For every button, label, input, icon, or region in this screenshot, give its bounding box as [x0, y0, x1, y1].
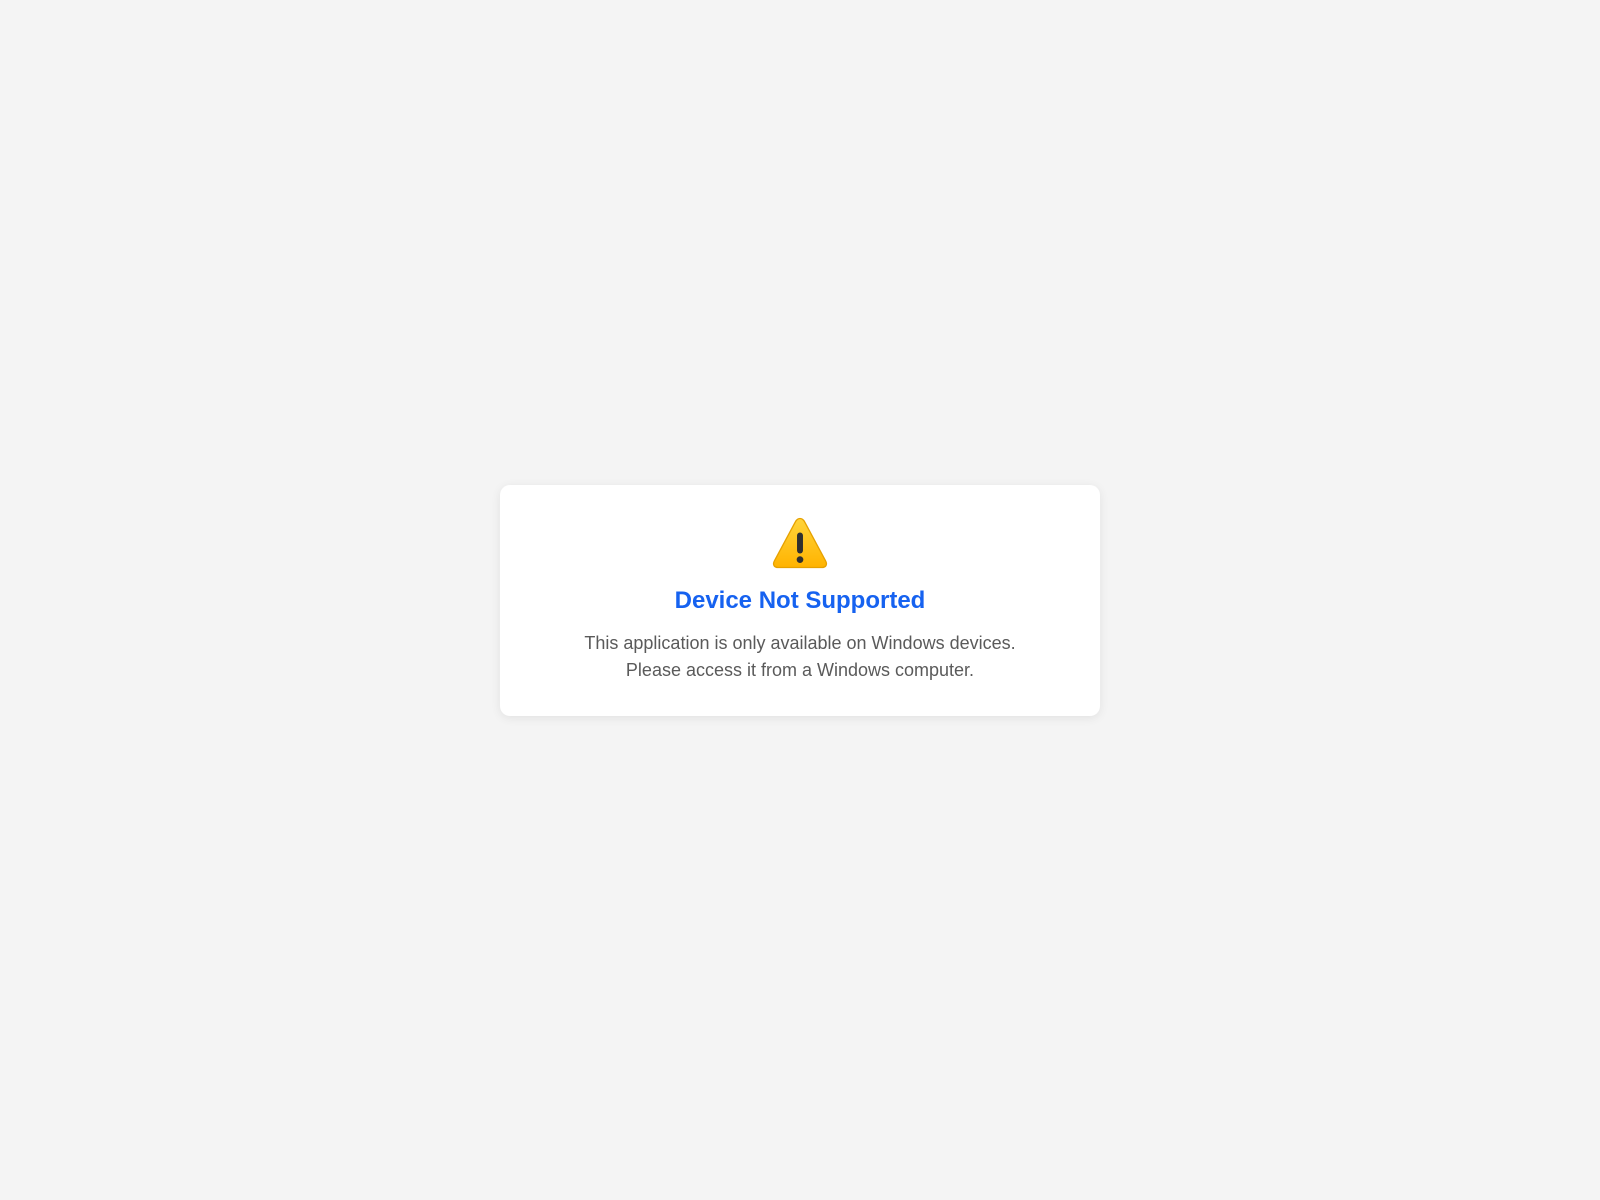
dialog-message: This application is only available on Wi…	[540, 630, 1060, 684]
page: Device Not Supported This application is…	[0, 0, 1600, 1200]
message-line-2: Please access it from a Windows computer…	[625, 659, 975, 680]
dialog-title: Device Not Supported	[674, 587, 926, 615]
message-line-1: This application is only available on Wi…	[584, 632, 1016, 653]
unsupported-device-card: Device Not Supported This application is…	[500, 485, 1100, 716]
warning-icon	[540, 515, 1060, 571]
